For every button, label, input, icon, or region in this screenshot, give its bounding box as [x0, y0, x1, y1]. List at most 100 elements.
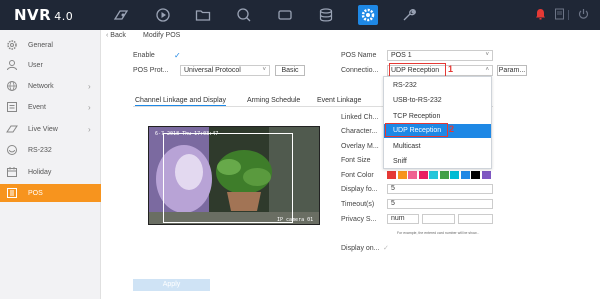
font-color-swatch[interactable]: [387, 171, 396, 179]
event-icon: [6, 101, 18, 113]
live-view-icon[interactable]: [111, 5, 131, 25]
sidebar-item-label: User: [28, 61, 43, 69]
font-color-swatch[interactable]: [471, 171, 480, 179]
privacy-input-1[interactable]: num: [387, 214, 419, 224]
sidebar-item-label: Event: [28, 103, 46, 111]
maintenance-icon[interactable]: [399, 5, 419, 25]
gear-icon: [6, 39, 18, 51]
display-for-input[interactable]: 5: [387, 184, 493, 194]
font-color-swatch[interactable]: [418, 171, 428, 179]
annotation-box-2: [385, 123, 448, 137]
font-color-swatch[interactable]: [439, 171, 449, 179]
search-icon[interactable]: [234, 5, 254, 25]
page-title: Modify POS: [143, 32, 181, 39]
sidebar-item-event[interactable]: Event ›: [0, 98, 101, 116]
topbar-divider: [568, 10, 569, 20]
basic-button[interactable]: Basic: [275, 65, 305, 76]
overlay-mode-label: Overlay M...: [341, 143, 379, 150]
sidebar-item-label: Live View: [28, 125, 58, 133]
pos-name-input[interactable]: POS 1 ˅: [387, 50, 493, 61]
chevron-up-icon: ˄: [485, 67, 489, 73]
privacy-input-3[interactable]: [458, 214, 493, 224]
osd-timestamp: 6-7-2018 Thu 17:03:47: [155, 131, 219, 137]
pos-protocol-select[interactable]: Universal Protocol ˅: [180, 65, 270, 76]
brand-name: NVR: [14, 6, 52, 24]
pos-protocol-value: Universal Protocol: [184, 67, 241, 74]
font-color-swatch[interactable]: [460, 171, 470, 179]
brand-logo: NVR 4.0: [14, 6, 73, 24]
dropdown-option-rs232[interactable]: RS-232: [384, 79, 491, 93]
sidebar-item-network[interactable]: Network ›: [0, 77, 101, 95]
pos-icon: [6, 187, 18, 199]
playback-icon[interactable]: [153, 5, 173, 25]
privacy-label: Privacy S...: [341, 216, 377, 223]
settings-icon[interactable]: [358, 5, 378, 25]
sidebar-item-live-view[interactable]: Live View ›: [0, 120, 101, 138]
live-view-icon: [6, 123, 18, 135]
tab-arming-schedule[interactable]: Arming Schedule: [247, 97, 300, 104]
sidebar-item-label: Network: [28, 82, 54, 90]
sidebar-item-user[interactable]: User: [0, 56, 101, 74]
sidebar-item-general[interactable]: General: [0, 36, 101, 54]
power-icon[interactable]: [578, 8, 589, 22]
apply-button[interactable]: Apply: [133, 279, 210, 291]
font-color-swatch[interactable]: [408, 171, 417, 179]
sidebar-item-pos[interactable]: POS: [0, 184, 101, 202]
sidebar-item-label: RS-232: [28, 146, 52, 154]
font-color-swatch[interactable]: [481, 171, 491, 179]
font-color-swatch[interactable]: [450, 171, 459, 179]
character-label: Character...: [341, 128, 378, 135]
sidebar-item-label: POS: [28, 189, 43, 197]
storage-icon[interactable]: [316, 5, 336, 25]
user-icon: [6, 59, 18, 71]
param-button[interactable]: Param...: [497, 65, 527, 76]
connection-label: Connectio...: [341, 67, 379, 74]
account-icon[interactable]: [554, 8, 565, 22]
chevron-right-icon: ›: [88, 81, 91, 91]
chevron-right-icon: ›: [88, 102, 91, 112]
osd-region-box: [163, 133, 293, 223]
annotation-box-1: [389, 63, 446, 77]
display-on-checkbox[interactable]: ✓: [383, 244, 389, 252]
sidebar-item-label: General: [28, 41, 53, 49]
top-navigation-bar: NVR 4.0: [0, 0, 600, 30]
back-button[interactable]: ‹ Back: [106, 32, 126, 39]
osd-camera-name: IP camera 01: [277, 217, 314, 223]
settings-sidebar: General User Network › Event › Live View…: [0, 30, 101, 299]
font-color-swatch[interactable]: [397, 171, 407, 179]
display-for-label: Display fo...: [341, 186, 378, 193]
sidebar-item-holiday[interactable]: Holiday: [0, 163, 101, 181]
pos-name-value: POS 1: [391, 52, 412, 59]
privacy-input-2[interactable]: [422, 214, 455, 224]
privacy-hint: For example, the entered card number wil…: [397, 231, 480, 235]
font-color-swatch[interactable]: [429, 171, 438, 179]
timeout-input[interactable]: 5: [387, 199, 493, 209]
enable-checkbox[interactable]: ✓: [174, 51, 181, 60]
font-size-label: Font Size: [341, 157, 371, 164]
chevron-right-icon: ›: [88, 124, 91, 134]
chevron-down-icon: ˅: [485, 52, 489, 58]
dropdown-option-multicast[interactable]: Multicast: [384, 140, 491, 154]
brand-version: 4.0: [54, 10, 74, 23]
tab-channel-linkage[interactable]: Channel Linkage and Display: [135, 97, 227, 106]
annotation-mark-2: 2: [449, 124, 455, 134]
dropdown-option-sniff[interactable]: Sniff: [384, 155, 491, 169]
dropdown-option-tcp-reception[interactable]: TCP Reception: [384, 110, 491, 124]
chevron-down-icon: ˅: [262, 67, 266, 73]
camera-preview: 6-7-2018 Thu 17:03:47 IP camera 01: [148, 126, 320, 225]
network-icon: [6, 80, 18, 92]
file-icon[interactable]: [193, 5, 213, 25]
rs232-icon: [6, 144, 18, 156]
pos-protocol-label: POS Prot...: [133, 67, 169, 74]
alarm-icon[interactable]: [535, 8, 546, 22]
back-label: Back: [110, 32, 126, 39]
sidebar-item-rs232[interactable]: RS-232: [0, 141, 101, 159]
sidebar-item-label: Holiday: [28, 168, 52, 176]
ptz-icon[interactable]: [275, 5, 295, 25]
dropdown-option-usb-to-rs232[interactable]: USB-to-RS-232: [384, 94, 491, 108]
annotation-mark-1: 1: [448, 64, 454, 74]
linked-channel-label: Linked Ch...: [341, 114, 379, 121]
font-color-label: Font Color: [341, 172, 374, 179]
calendar-icon: [6, 166, 18, 178]
tab-event-linkage[interactable]: Event Linkage: [317, 97, 361, 104]
